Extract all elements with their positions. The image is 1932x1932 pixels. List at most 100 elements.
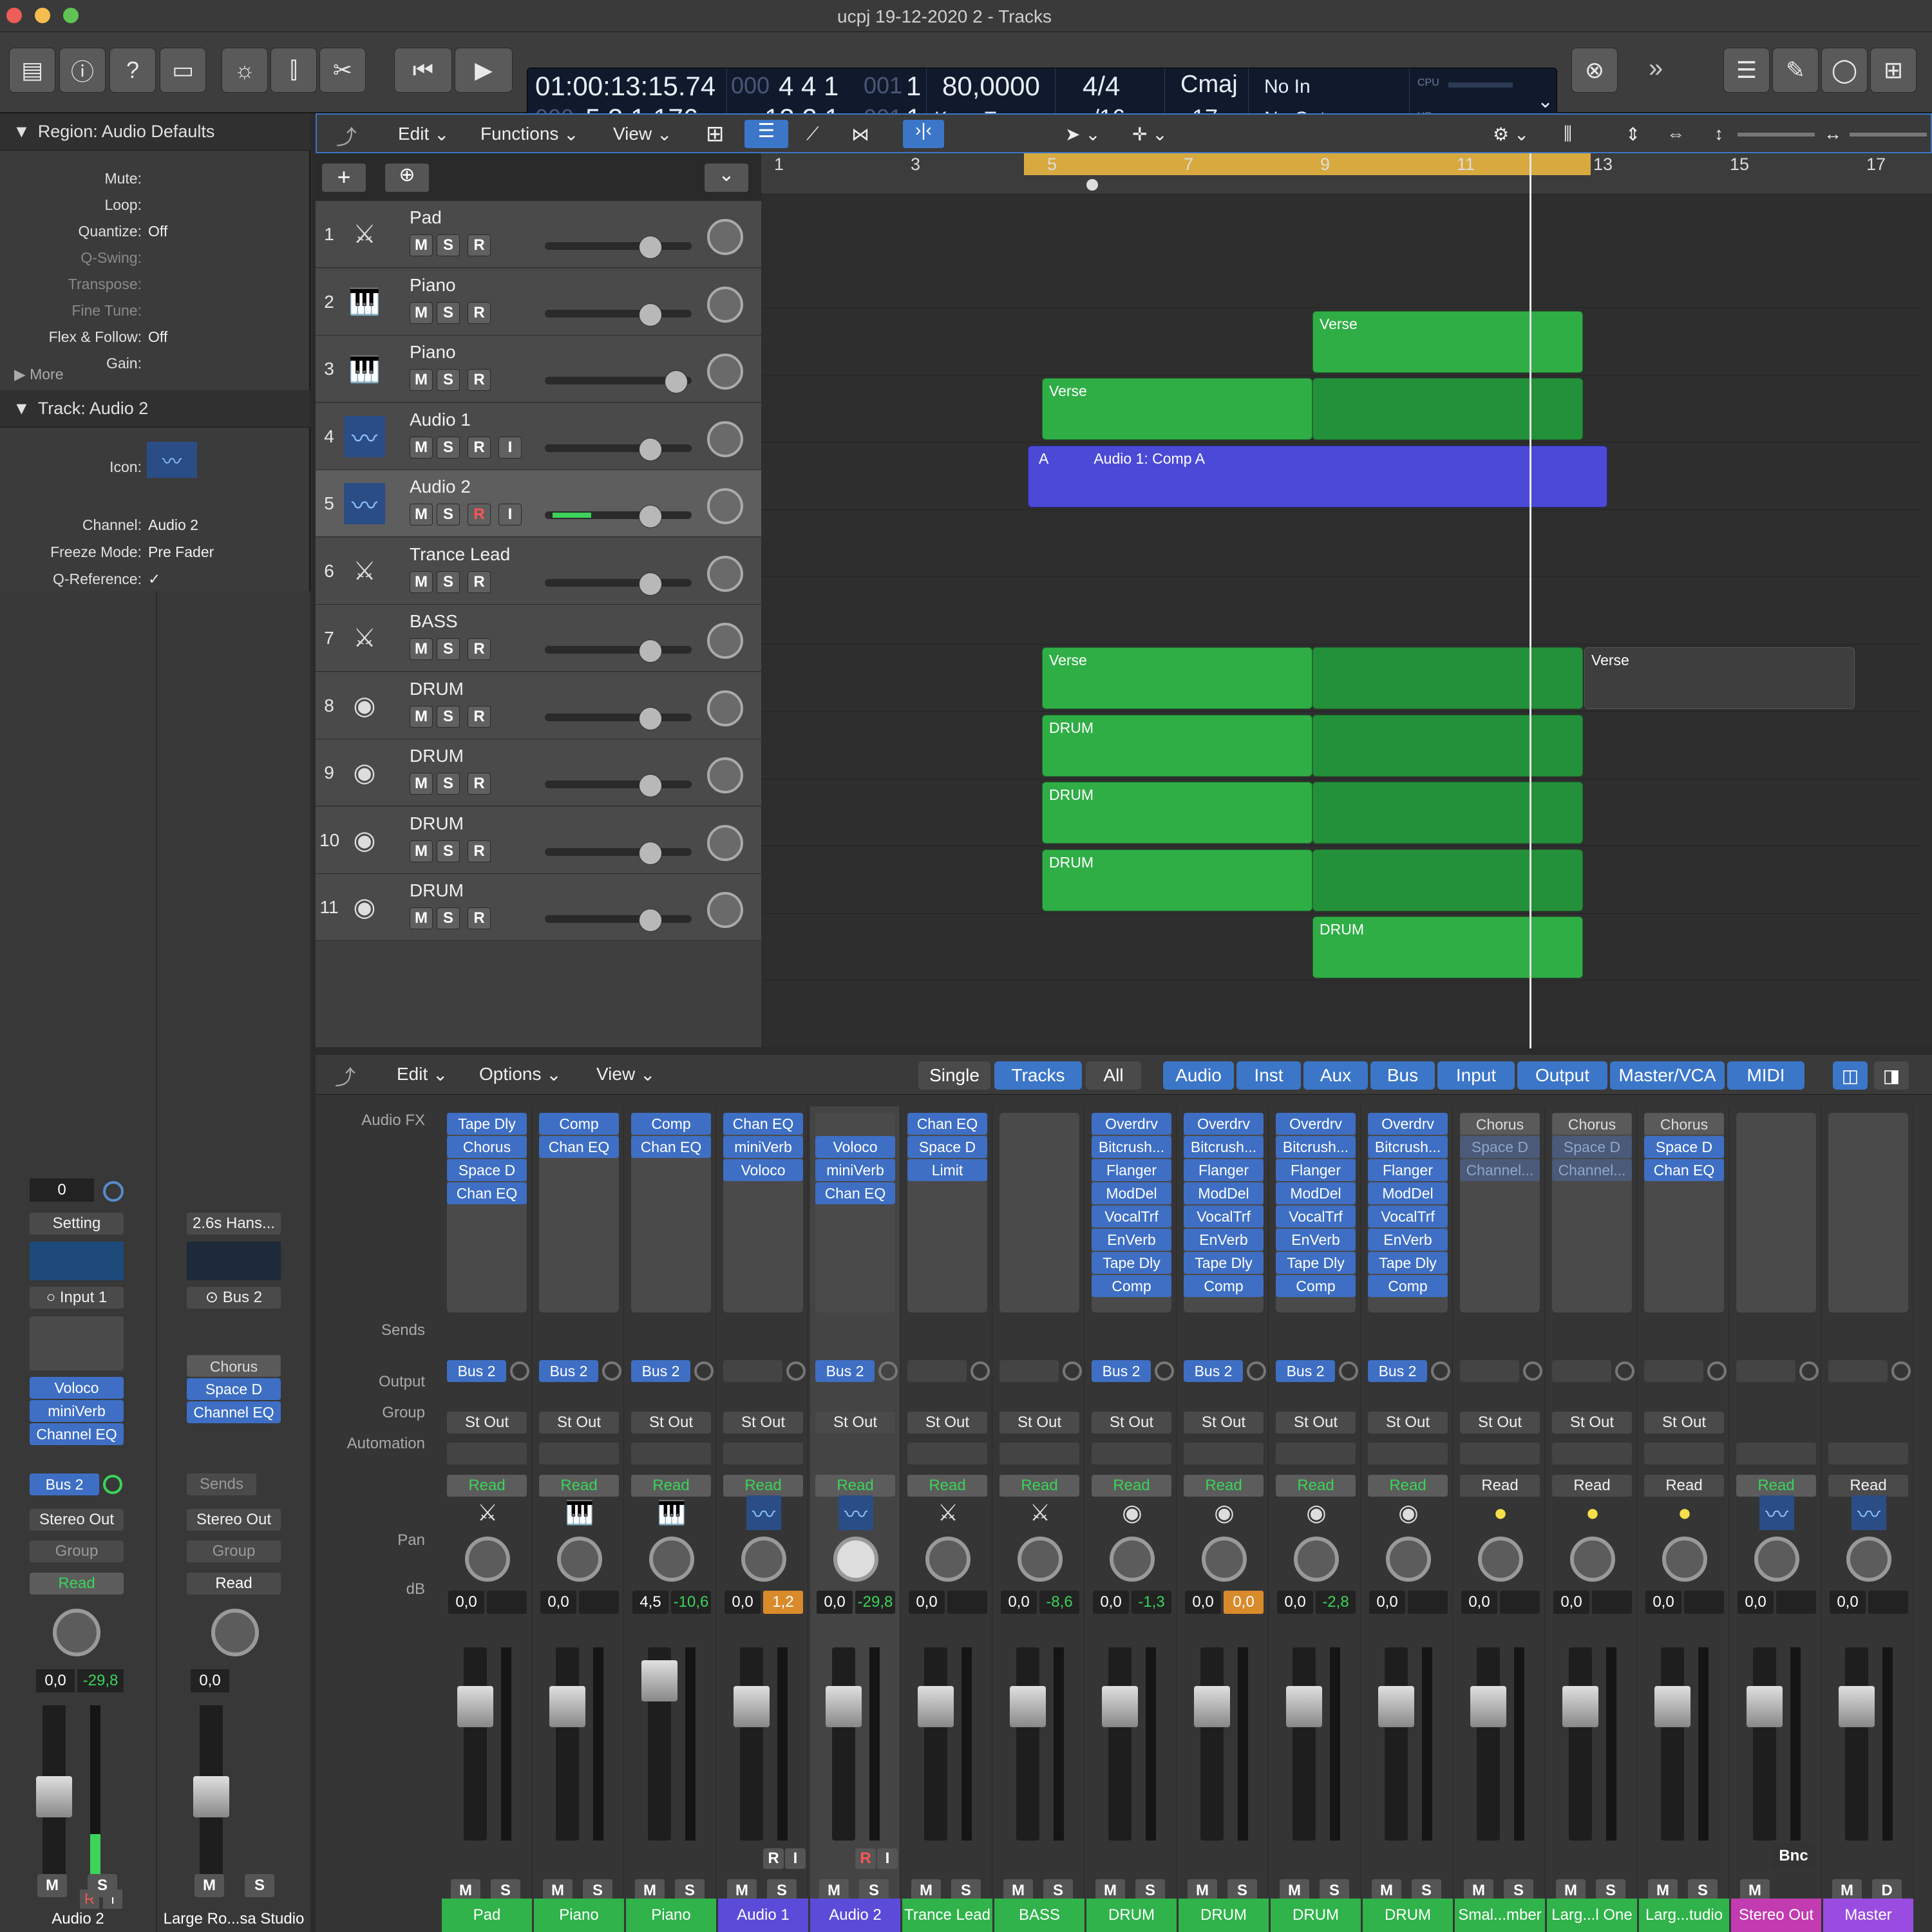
automation-read[interactable]: Read — [1368, 1475, 1448, 1497]
plugin-tape-dly[interactable]: Tape Dly — [1184, 1252, 1264, 1274]
plugin-flanger[interactable]: Flanger — [1276, 1159, 1356, 1181]
arrange-area[interactable]: 1 3 5 7 9 11 13 15 17 Verse Verse A Audio 1: Comp A… — [761, 153, 1932, 1048]
pan-knob-icon[interactable] — [707, 623, 743, 659]
volume-fader[interactable] — [740, 1647, 763, 1841]
input-monitor-button[interactable]: I — [785, 1848, 806, 1869]
volume-knob[interactable] — [639, 909, 662, 932]
volume-fader[interactable] — [832, 1647, 855, 1841]
more-chevron-icon[interactable]: » — [1649, 54, 1663, 83]
plugin-moddel[interactable]: ModDel — [1276, 1182, 1356, 1204]
solo-button[interactable]: S — [437, 571, 460, 593]
volume-fader[interactable] — [1753, 1647, 1776, 1841]
inspector-row[interactable]: Q-Reference: ✓ — [0, 565, 310, 591]
send-slot[interactable] — [1736, 1360, 1795, 1382]
pan-knob-icon[interactable] — [1754, 1537, 1799, 1582]
editors-icon[interactable]: ✂ — [319, 48, 366, 93]
record-enable-button[interactable]: R — [468, 504, 491, 526]
fader-cap[interactable] — [1562, 1686, 1598, 1727]
fader-cap[interactable] — [1102, 1686, 1138, 1727]
flex-icon[interactable]: ⋈ — [851, 121, 869, 147]
pan-knob-icon[interactable] — [707, 219, 743, 255]
group-slot[interactable] — [1552, 1443, 1632, 1464]
plugin-chorus[interactable]: Chorus — [1552, 1113, 1632, 1135]
record-enable-button[interactable]: R — [763, 1848, 784, 1869]
track-waveform-icon[interactable]: 〰 — [147, 442, 197, 478]
volume-db[interactable]: 0,0 — [448, 1591, 484, 1614]
plugin-chan-eq[interactable]: Chan EQ — [631, 1136, 711, 1158]
inspector-row[interactable]: Fine Tune: — [0, 297, 310, 323]
pan-knob-icon[interactable] — [707, 892, 743, 928]
output-slot[interactable]: St Out — [631, 1412, 711, 1434]
filter-bus[interactable]: Bus — [1370, 1061, 1435, 1090]
mixer-wide-icon[interactable]: ◨ — [1874, 1061, 1909, 1090]
region-drum[interactable]: DRUM — [1042, 714, 1312, 777]
group-slot[interactable] — [1460, 1443, 1540, 1464]
volume-slider[interactable] — [545, 309, 692, 317]
plugin-chorus-2[interactable]: Chorus — [187, 1355, 281, 1377]
region-drum-continued[interactable] — [1312, 714, 1583, 777]
automation-read[interactable]: Read — [1644, 1475, 1724, 1497]
vertical-zoom-icon[interactable]: ⇕ — [1625, 121, 1640, 147]
plugin-chan-eq[interactable]: Chan EQ — [907, 1113, 987, 1135]
pan-knob-icon[interactable] — [1386, 1537, 1431, 1582]
gain-knob-icon[interactable] — [103, 1181, 124, 1202]
record-enable-button[interactable]: R — [468, 840, 491, 862]
send-knob-icon[interactable] — [1523, 1361, 1542, 1381]
inspector-row[interactable]: Quantize: Off — [0, 218, 310, 243]
filter-master-vca[interactable]: Master/VCA — [1610, 1061, 1725, 1090]
catch-icon[interactable]: ›|‹ — [903, 120, 944, 148]
group-slot[interactable] — [1092, 1443, 1171, 1464]
record-enable-button[interactable]: R — [468, 907, 491, 929]
minimize-window-button[interactable] — [35, 8, 50, 23]
inspector-row[interactable]: Loop: — [0, 191, 310, 217]
send-knob-icon[interactable] — [103, 1475, 122, 1494]
volume-slider[interactable] — [545, 646, 692, 654]
play-button[interactable]: ▶ — [455, 48, 513, 93]
pan-knob-icon[interactable] — [925, 1537, 971, 1582]
mute-button[interactable]: M — [410, 369, 433, 391]
volume-fader[interactable] — [1108, 1647, 1132, 1841]
filter-inst[interactable]: Inst — [1236, 1061, 1301, 1090]
output-slot[interactable]: St Out — [1368, 1412, 1448, 1434]
plugin-chorus[interactable]: Chorus — [1460, 1113, 1540, 1135]
pan-knob-icon[interactable] — [1570, 1537, 1615, 1582]
sends-slot-2[interactable]: Sends — [187, 1473, 256, 1495]
record-enable-button[interactable]: R — [468, 773, 491, 795]
close-window-button[interactable] — [6, 8, 22, 23]
pan-knob-icon[interactable] — [833, 1537, 878, 1582]
inspector-row[interactable]: Flex & Follow: Off — [0, 323, 310, 349]
automation-read[interactable]: Read — [999, 1475, 1079, 1497]
list-editors-close-icon[interactable]: ⊗ — [1571, 48, 1618, 93]
view-menu[interactable]: View ⌄ — [613, 121, 672, 147]
output-slot[interactable]: St Out — [1644, 1412, 1724, 1434]
plugin-bitcrush-[interactable]: Bitcrush... — [1276, 1136, 1356, 1158]
plugin-space-d[interactable]: Space D — [1552, 1136, 1632, 1158]
volume-knob[interactable] — [639, 437, 662, 461]
mute-button[interactable]: M — [410, 436, 433, 459]
volume-fader[interactable] — [464, 1647, 487, 1841]
send-knob-icon[interactable] — [1891, 1361, 1911, 1381]
rewind-button[interactable]: ⏮ — [394, 48, 452, 93]
volume-db[interactable]: 0,0 — [1093, 1591, 1129, 1614]
smart-controls-icon[interactable]: ☼ — [222, 48, 268, 93]
mute-button[interactable]: M — [410, 504, 433, 526]
automation-read[interactable]: Read — [723, 1475, 803, 1497]
solo-button[interactable]: S — [437, 705, 460, 728]
volume-fader[interactable] — [556, 1647, 579, 1841]
track-header[interactable]: 5 〰 Audio 2 MSRI — [316, 470, 761, 537]
plugin-overdrv[interactable]: Overdrv — [1092, 1113, 1171, 1135]
volume-slider[interactable] — [545, 848, 692, 856]
global-tracks-icon[interactable]: ⌄ — [705, 164, 748, 192]
fader-cap[interactable] — [1378, 1686, 1414, 1727]
output-slot[interactable]: St Out — [723, 1412, 803, 1434]
automation-read[interactable]: Read — [1092, 1475, 1171, 1497]
note-pad-icon[interactable]: ✎ — [1772, 48, 1819, 93]
setting-button-2[interactable]: 2.6s Hans... — [187, 1213, 281, 1235]
send-slot[interactable] — [1644, 1360, 1703, 1382]
mute-button[interactable]: M — [410, 234, 433, 256]
send-knob-icon[interactable] — [510, 1361, 529, 1381]
send-knob-icon[interactable] — [971, 1361, 990, 1381]
group-slot[interactable] — [447, 1443, 527, 1464]
pan-knob-icon[interactable] — [1846, 1537, 1891, 1582]
pan-knob-icon[interactable] — [707, 354, 743, 390]
